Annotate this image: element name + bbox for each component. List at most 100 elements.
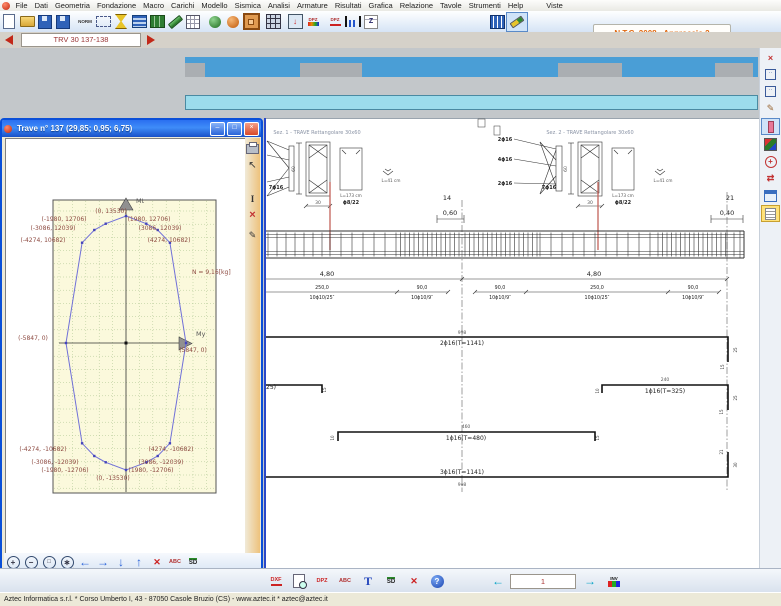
- menu-file[interactable]: File: [12, 1, 31, 10]
- new-file-icon[interactable]: [0, 13, 18, 31]
- menu-grafica[interactable]: Grafica: [365, 1, 396, 10]
- maximize-button[interactable]: □: [227, 122, 242, 136]
- prev-page-icon[interactable]: ←: [488, 572, 508, 590]
- font-color-icon[interactable]: ABC: [335, 572, 355, 590]
- dxf-export-icon[interactable]: DXF: [266, 572, 286, 590]
- svg-text:(0, 13530): (0, 13530): [95, 208, 126, 215]
- print-preview-icon[interactable]: [289, 572, 309, 590]
- copy-section-icon[interactable]: ··: [762, 67, 779, 82]
- menu-analisi[interactable]: Analisi: [264, 1, 293, 10]
- menu-armature[interactable]: Armature: [293, 1, 331, 10]
- menu-dati[interactable]: Dati: [31, 1, 51, 10]
- dpz-print-icon[interactable]: DPZ: [312, 572, 332, 590]
- bar1-hook: 25: [733, 347, 738, 353]
- close-button[interactable]: ×: [244, 122, 259, 136]
- current-element-field[interactable]: TRV 30 137-138: [21, 33, 141, 47]
- mt-axis-label: Mt: [136, 197, 145, 205]
- menu-help[interactable]: Help: [504, 1, 526, 10]
- window-view-icon[interactable]: [762, 188, 779, 203]
- section1-stirrup-spec: ϕ8/22: [343, 200, 360, 206]
- print-icon[interactable]: [246, 142, 259, 156]
- menu-viste[interactable]: Viste: [543, 1, 567, 10]
- draw-pen-icon[interactable]: [166, 13, 184, 31]
- delete-element-icon[interactable]: ×: [762, 50, 779, 65]
- bar4-hook-l: 10: [330, 435, 335, 441]
- menu-relazione[interactable]: Relazione: [396, 1, 436, 10]
- bar2-partial-label: 25): [266, 384, 276, 391]
- bar5-hook: 30: [733, 462, 738, 468]
- target-snap-icon[interactable]: +: [762, 154, 779, 169]
- support1-number: 14: [443, 194, 451, 202]
- paste-section-icon[interactable]: ··: [762, 84, 779, 99]
- grid-icon[interactable]: [184, 13, 202, 31]
- pointer-icon[interactable]: ↖: [246, 158, 259, 172]
- interaction-domain-chart: (0, 13530)(1980, 12706)(3086, 12039)(427…: [6, 139, 249, 553]
- minimize-button[interactable]: –: [210, 122, 225, 136]
- matrix-icon[interactable]: [264, 13, 282, 31]
- menu-carichi[interactable]: Carichi: [168, 1, 198, 10]
- my-axis-label: My: [196, 330, 206, 338]
- menu-macro[interactable]: Macro: [140, 1, 168, 10]
- menu-geometria[interactable]: Geometria: [51, 1, 93, 10]
- dpz-diagram-icon[interactable]: DPZ: [326, 13, 344, 31]
- hourglass-icon[interactable]: [112, 13, 130, 31]
- window-titlebar[interactable]: Trave n° 137 (29,85; 0,95; 6,75) – □ ×: [2, 120, 261, 137]
- plan-beam-1: [205, 63, 300, 77]
- prev-element-icon[interactable]: [5, 35, 13, 45]
- menu-sismica[interactable]: Sismica: [231, 1, 264, 10]
- svg-text:(1980, 12706): (1980, 12706): [128, 216, 171, 223]
- selection-icon[interactable]: [94, 13, 112, 31]
- edit-pen-icon[interactable]: ✎: [762, 101, 779, 116]
- next-page-icon[interactable]: →: [580, 572, 600, 590]
- axial-force-annotation: N = 9,16[kg]: [192, 269, 231, 276]
- sphere-orange-icon[interactable]: [224, 13, 242, 31]
- text-tool-icon[interactable]: I: [246, 192, 259, 206]
- rebar-list-icon[interactable]: [761, 205, 780, 222]
- menu-strumenti[interactable]: Strumenti: [465, 1, 504, 10]
- erase-tool-icon[interactable]: ✕: [404, 572, 424, 590]
- text-icon[interactable]: T: [358, 572, 378, 590]
- main-toolbar: NORM ↓ DPZ DPZ Z N.T.C. 2008 - Approccio…: [0, 11, 781, 33]
- menu-fondazione[interactable]: Fondazione: [93, 1, 139, 10]
- section-icon[interactable]: [130, 13, 148, 31]
- norm-icon[interactable]: NORM: [76, 13, 94, 31]
- delete-tool-icon[interactable]: ×: [246, 208, 259, 222]
- bar1-hook-end: 15: [720, 364, 725, 370]
- bar5-length: 998: [458, 482, 467, 488]
- section2-tie: [655, 169, 665, 175]
- inv-chart-icon[interactable]: INV: [604, 572, 624, 590]
- rebar-table-icon[interactable]: Z: [362, 13, 380, 31]
- dpz-spectrum-icon[interactable]: DPZ: [304, 13, 322, 31]
- orange-handle-2: [494, 126, 500, 135]
- mesh-icon[interactable]: [148, 13, 166, 31]
- section2-title: Sez. 2 - TRAVE Rettangolare 30x60: [546, 130, 633, 136]
- building-icon[interactable]: [488, 13, 506, 31]
- bar3-hook-end: 15: [719, 409, 724, 415]
- save-all-icon[interactable]: [54, 13, 72, 31]
- sphere-green-icon[interactable]: [206, 13, 224, 31]
- next-element-icon[interactable]: [147, 35, 155, 45]
- histogram-icon[interactable]: [344, 13, 362, 31]
- swap-direction-icon[interactable]: ⇄: [762, 171, 779, 186]
- pen-tool-icon[interactable]: ✎: [246, 228, 259, 242]
- sd-scale-icon[interactable]: SD: [381, 572, 401, 590]
- menu-risultati[interactable]: Risultati: [331, 1, 365, 10]
- save-icon[interactable]: [36, 13, 54, 31]
- solid-box-icon[interactable]: [242, 13, 260, 31]
- page-number-field[interactable]: 1: [510, 574, 576, 589]
- menu-tavole[interactable]: Tavole: [437, 1, 466, 10]
- trave-domain-window: Trave n° 137 (29,85; 0,95; 6,75) – □ × (…: [0, 118, 263, 590]
- help-icon[interactable]: ?: [427, 572, 447, 590]
- svg-text:(-3086, -12039): (-3086, -12039): [31, 459, 78, 466]
- zone3-spec: 10ϕ10/9″: [489, 295, 511, 301]
- render-armature-icon[interactable]: [506, 12, 528, 32]
- column-tool-icon[interactable]: [761, 118, 780, 135]
- bar2-hook: 15: [322, 387, 327, 393]
- results-window-icon[interactable]: ↓: [286, 13, 304, 31]
- domain-plot-area[interactable]: (0, 13530)(1980, 12706)(3086, 12039)(427…: [5, 138, 250, 554]
- materials-icon[interactable]: [762, 137, 779, 152]
- zone4-spec: 10ϕ10/25″: [585, 295, 610, 301]
- open-file-icon[interactable]: [18, 13, 36, 31]
- section2-stirrup-len: L=173 cm: [612, 193, 634, 198]
- menu-modello[interactable]: Modello: [198, 1, 231, 10]
